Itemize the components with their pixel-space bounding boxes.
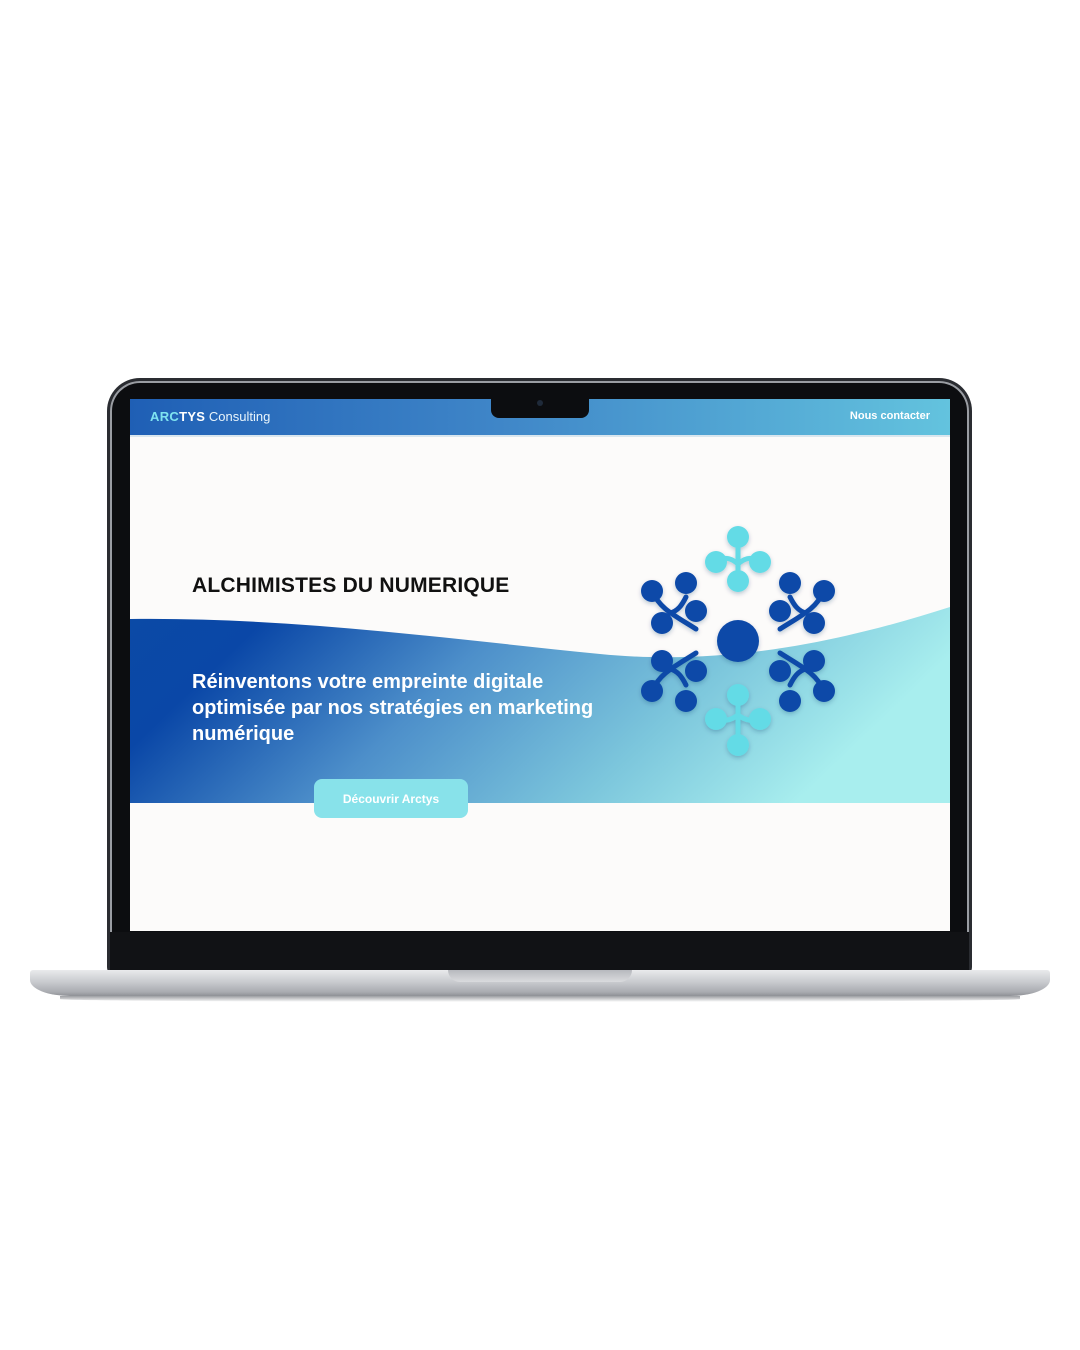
logo-tys-text: TYS (179, 409, 206, 424)
site-logo[interactable]: ARCTYS Consulting (150, 409, 270, 424)
hero-headline: ALCHIMISTES DU NUMERIQUE (192, 574, 510, 597)
hero-subtext: Réinventons votre empreinte digitale opt… (192, 671, 594, 745)
logo-arc-text: ARC (150, 409, 180, 424)
camera-icon (537, 400, 543, 406)
contact-link[interactable]: Nous contacter (850, 410, 930, 422)
website-screen: ARCTYS Consulting Nous contacter ALCHIMI… (130, 399, 950, 931)
discover-arctys-button[interactable]: Découvrir Arctys (314, 779, 468, 818)
laptop-chin (110, 932, 969, 972)
logo-suffix-text: Consulting (205, 409, 271, 424)
laptop-base-shadow (60, 996, 1020, 1002)
laptop-base-notch (448, 970, 632, 982)
molecule-network-icon (641, 526, 835, 756)
